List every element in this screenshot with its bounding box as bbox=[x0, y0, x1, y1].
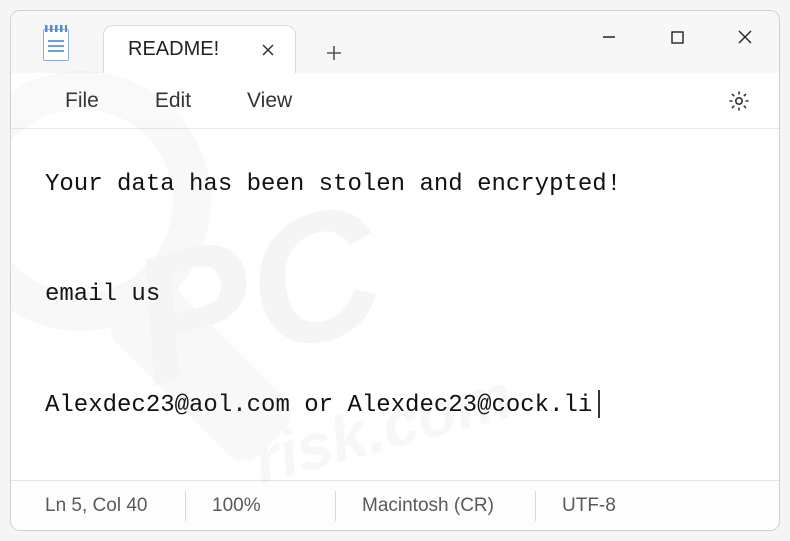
settings-button[interactable] bbox=[721, 83, 757, 119]
window-controls bbox=[575, 11, 779, 63]
notepad-icon bbox=[43, 29, 71, 57]
maximize-button[interactable] bbox=[643, 11, 711, 63]
tab-readme[interactable]: README! bbox=[103, 25, 296, 73]
status-line-ending[interactable]: Macintosh (CR) bbox=[336, 491, 536, 521]
tabs-strip: README! bbox=[103, 11, 354, 73]
gear-icon bbox=[727, 89, 751, 113]
status-zoom[interactable]: 100% bbox=[186, 491, 336, 521]
menu-edit[interactable]: Edit bbox=[127, 81, 219, 121]
content-line-1: Your data has been stolen and encrypted! bbox=[45, 171, 621, 198]
text-editor-content[interactable]: Your data has been stolen and encrypted!… bbox=[11, 129, 779, 480]
text-caret bbox=[598, 390, 600, 418]
status-cursor-position[interactable]: Ln 5, Col 40 bbox=[11, 491, 186, 521]
menubar: File Edit View bbox=[11, 73, 779, 129]
minimize-button[interactable] bbox=[575, 11, 643, 63]
menu-file[interactable]: File bbox=[37, 81, 127, 121]
statusbar: Ln 5, Col 40 100% Macintosh (CR) UTF-8 bbox=[11, 480, 779, 530]
content-line-2: email us bbox=[45, 281, 160, 308]
content-line-3: Alexdec23@aol.com or Alexdec23@cock.li bbox=[45, 392, 592, 419]
tab-title: README! bbox=[128, 38, 219, 61]
close-tab-icon[interactable] bbox=[259, 41, 277, 59]
new-tab-button[interactable] bbox=[314, 33, 354, 73]
status-encoding[interactable]: UTF-8 bbox=[536, 491, 779, 521]
close-window-button[interactable] bbox=[711, 11, 779, 63]
titlebar: README! bbox=[11, 11, 779, 73]
notepad-window: README! File Edit View bbox=[10, 10, 780, 531]
menu-view[interactable]: View bbox=[219, 81, 320, 121]
